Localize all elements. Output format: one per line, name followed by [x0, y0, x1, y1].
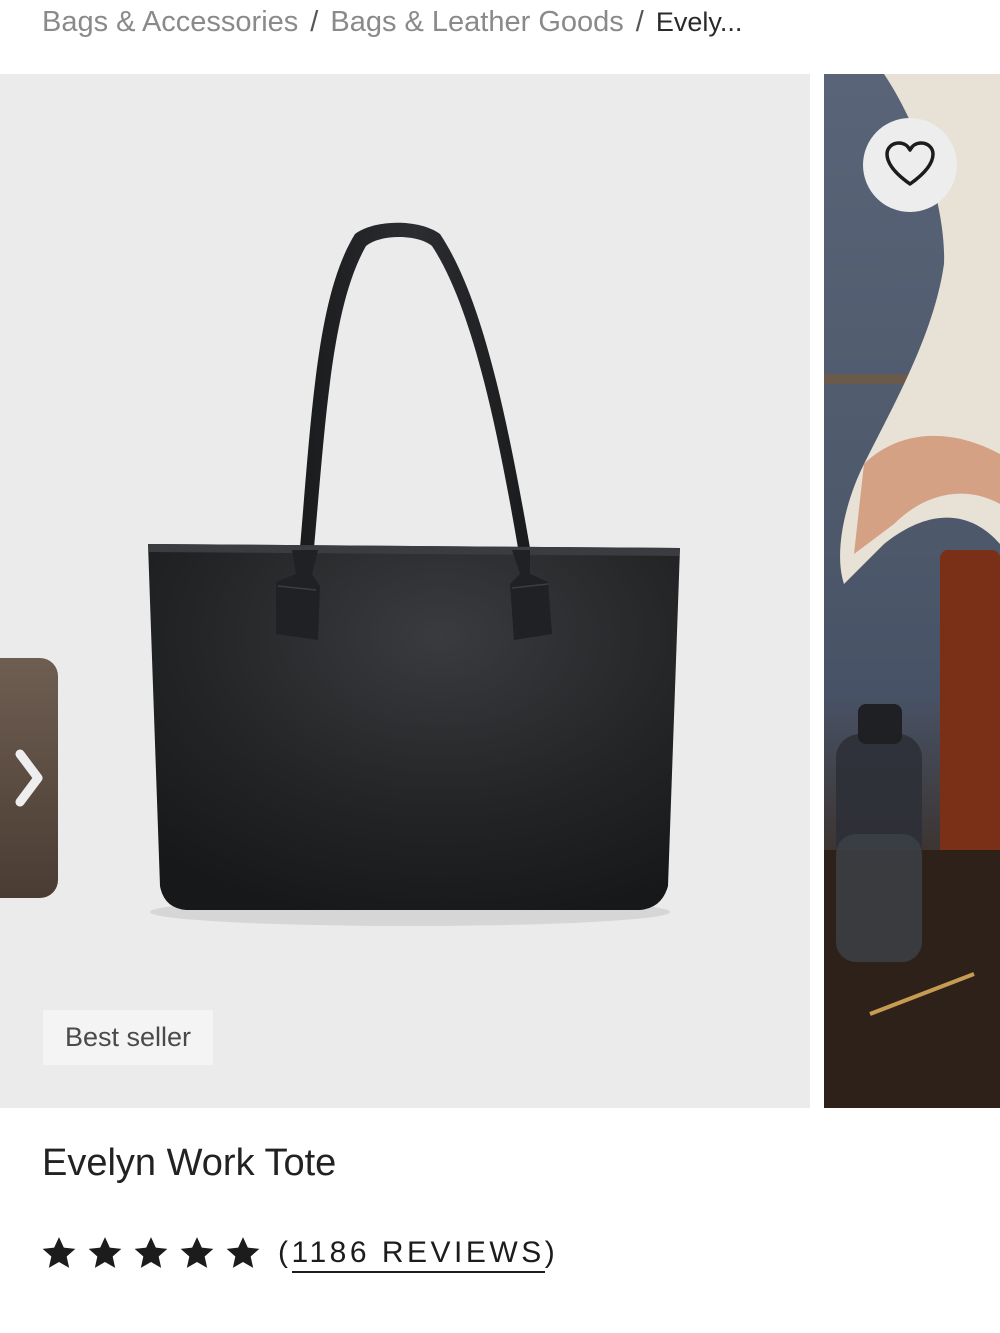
star-rating: [38, 1233, 264, 1273]
best-seller-badge: Best seller: [43, 1010, 214, 1065]
breadcrumb: Bags & Accessories / Bags & Leather Good…: [42, 0, 742, 44]
star-icon: [180, 1237, 214, 1268]
breadcrumb-link-bags-accessories[interactable]: Bags & Accessories: [42, 6, 298, 39]
favorite-button[interactable]: [863, 118, 957, 212]
reviews-open-paren: (: [278, 1236, 292, 1269]
chevron-right-icon: [15, 749, 43, 807]
lifestyle-photo-image: [824, 74, 1000, 1108]
star-icon: [226, 1237, 260, 1268]
product-image-main[interactable]: [0, 74, 810, 1108]
breadcrumb-current: Evely...: [655, 6, 743, 37]
breadcrumb-separator: /: [310, 5, 319, 38]
reviews-close-paren: ): [544, 1236, 559, 1269]
gallery-prev-button[interactable]: [0, 658, 58, 898]
heart-icon: [885, 141, 935, 186]
breadcrumb-separator: /: [635, 5, 644, 38]
breadcrumb-link-bags-leather-goods[interactable]: Bags & Leather Goods: [330, 6, 623, 39]
star-icon: [88, 1237, 122, 1268]
product-image-next[interactable]: [824, 74, 1000, 1108]
reviews-count: 1186 REVIEWS: [291, 1236, 545, 1273]
product-title: Evelyn Work Tote: [42, 1142, 337, 1184]
reviews-link[interactable]: (1186 REVIEWS): [278, 1236, 559, 1273]
star-icon: [134, 1237, 168, 1268]
product-rating[interactable]: (1186 REVIEWS): [38, 1228, 558, 1278]
star-icon: [42, 1237, 76, 1268]
tote-bag-image: [148, 222, 680, 926]
product-image-gallery[interactable]: Best seller: [0, 74, 1000, 1108]
